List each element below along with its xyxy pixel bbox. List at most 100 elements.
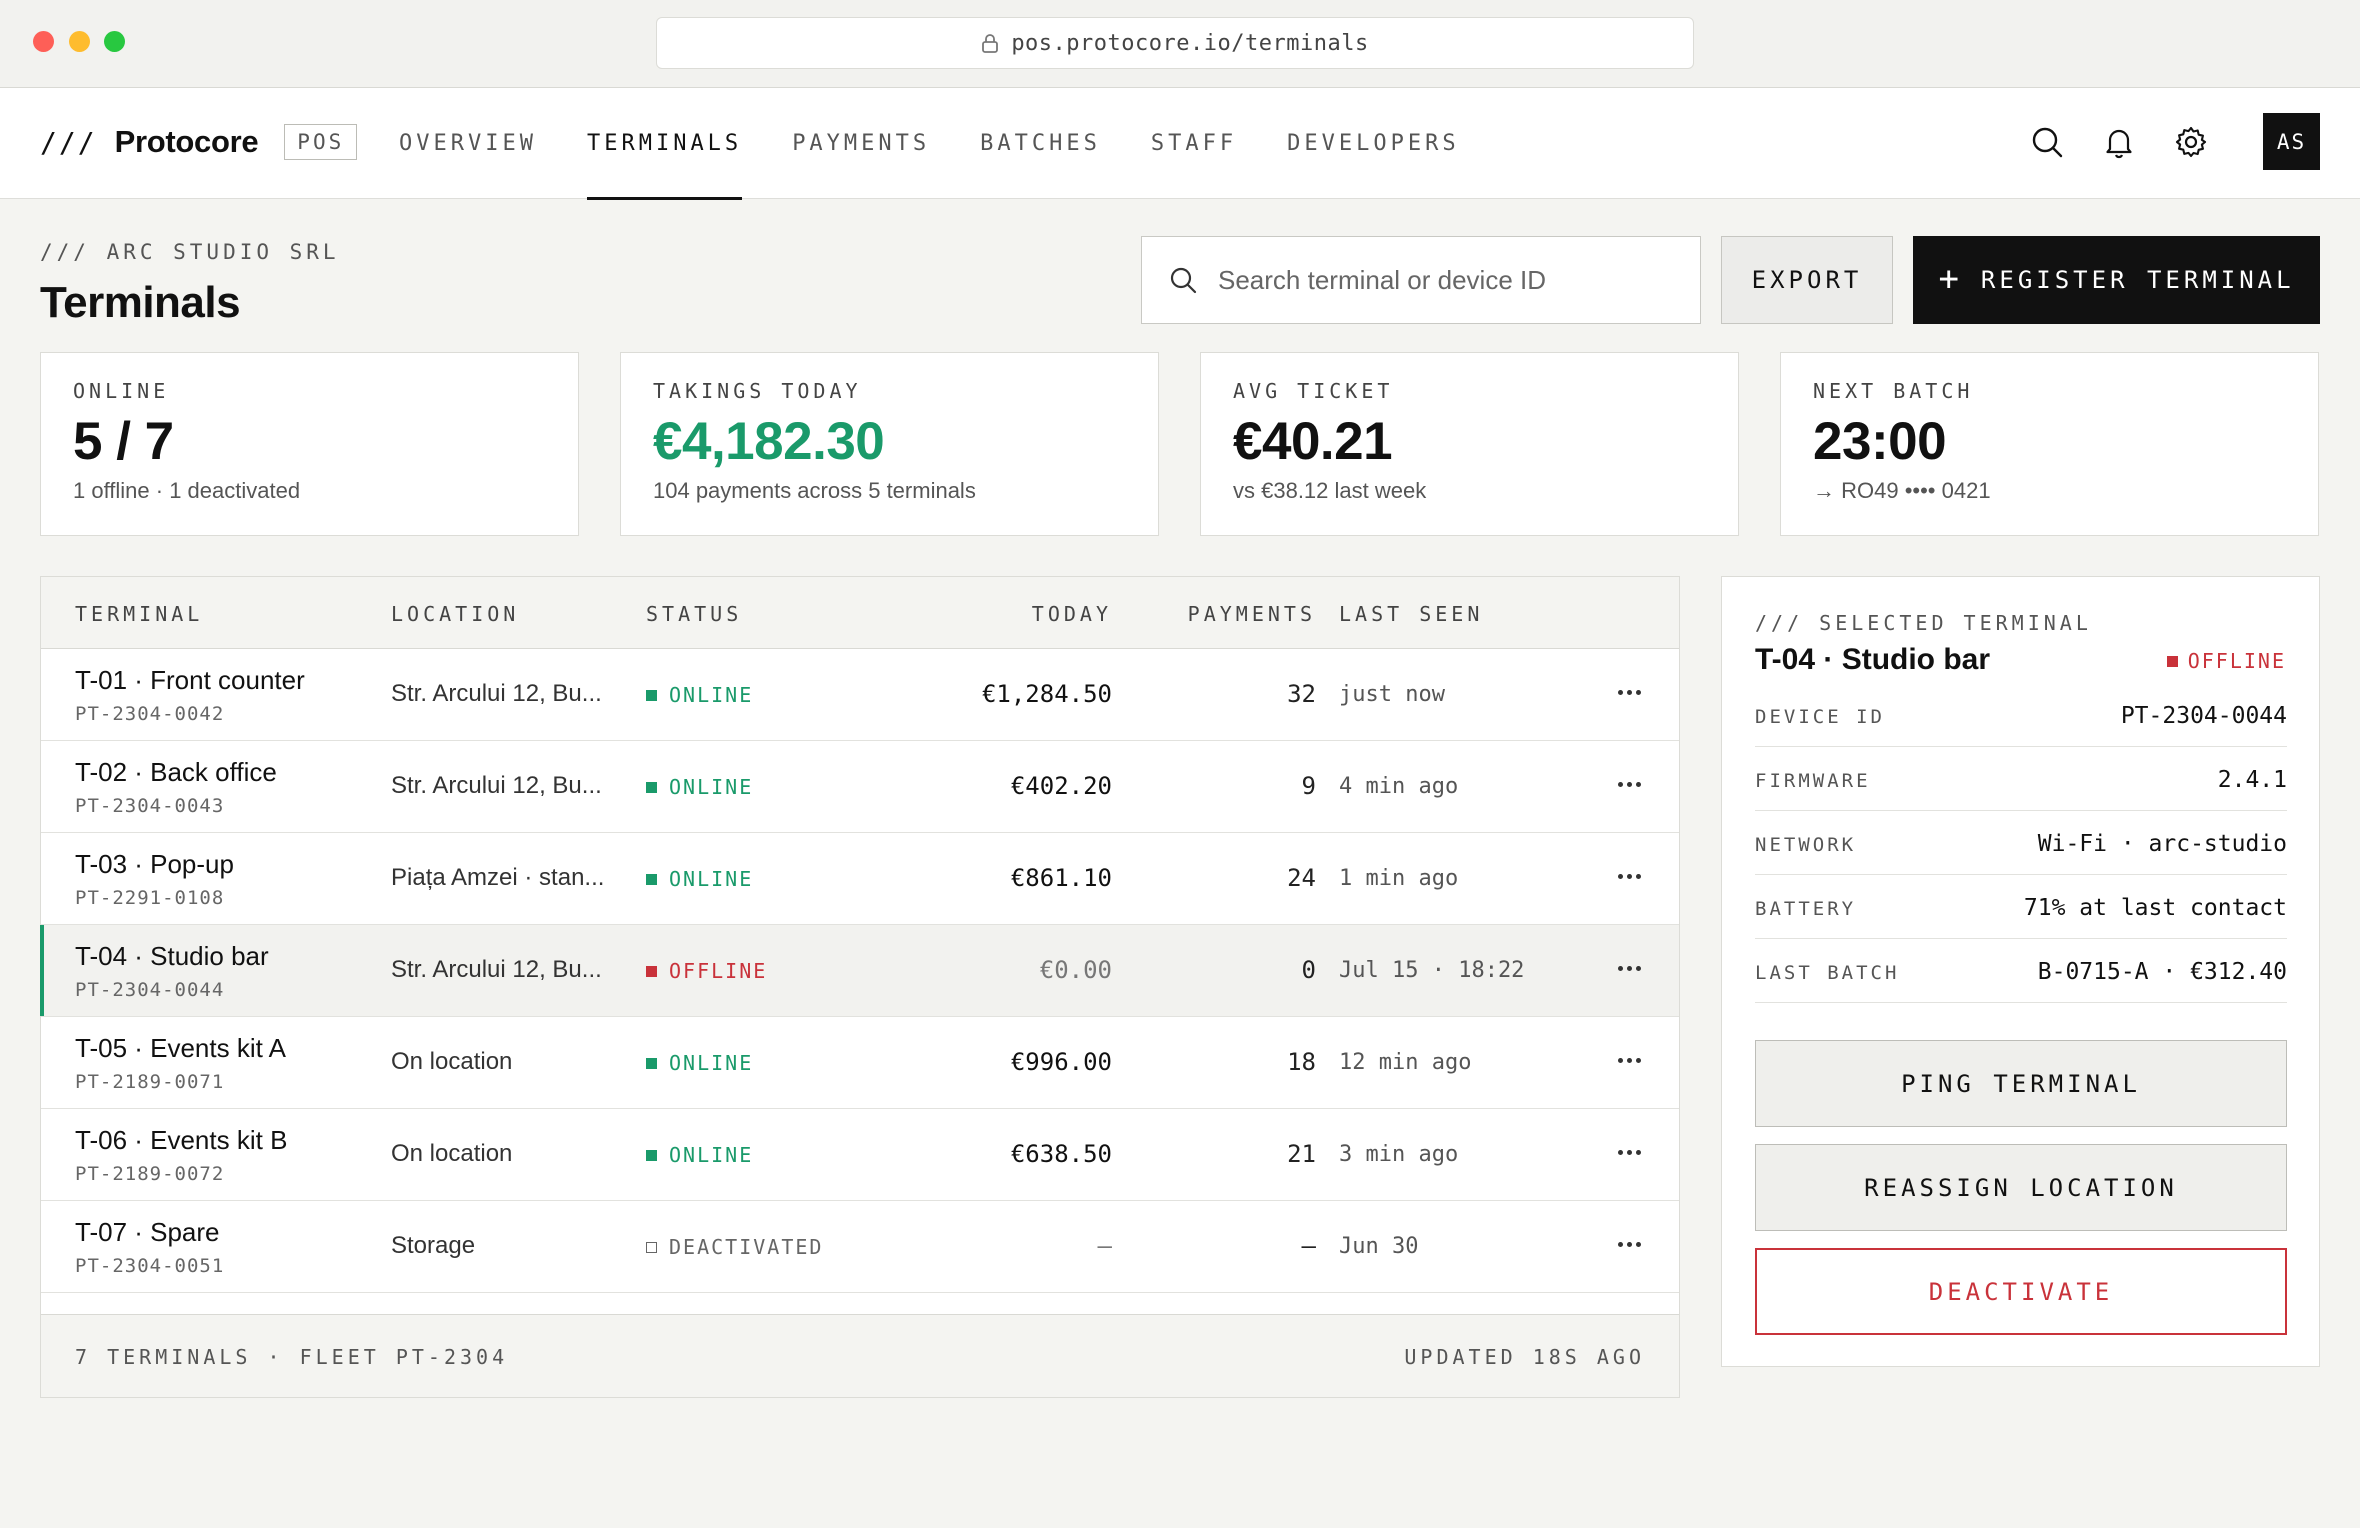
status-square-icon (646, 1241, 657, 1253)
bell-icon[interactable] (2101, 124, 2137, 160)
table-row[interactable]: T-06 · Events kit B PT-2189-0072 On locati… (41, 1109, 1679, 1201)
last-seen: 1 min ago (1339, 866, 1459, 891)
export-button[interactable]: EXPORT (1721, 236, 1893, 324)
table-row[interactable]: T-05 · Events kit A PT-2189-0071 On locati… (41, 1017, 1679, 1109)
detail-device-id: DEVICE ID PT-2304-0044 (1755, 683, 2287, 747)
terminal-name: T-01 · Front counter (75, 665, 305, 695)
status-badge: ONLINE (646, 1051, 753, 1075)
search-box[interactable] (1141, 236, 1701, 324)
detail-firmware: FIRMWARE 2.4.1 (1755, 747, 2287, 811)
more-icon[interactable] (1618, 953, 1646, 983)
nav-overview[interactable]: OVERVIEW (399, 88, 537, 199)
stat-card-online: ONLINE 5 / 7 1 offline · 1 deactivated (40, 352, 579, 536)
table-row[interactable]: T-01 · Front counter PT-2304-0042 Str. Arc… (41, 649, 1679, 741)
nav-links: OVERVIEW TERMINALS PAYMENTS BATCHES STAF… (399, 88, 1510, 200)
col-payments[interactable]: PAYMENTS (1188, 602, 1316, 626)
col-today[interactable]: TODAY (1032, 602, 1112, 626)
deactivate-button[interactable]: DEACTIVATE (1755, 1248, 2287, 1335)
panel-tag: /// SELECTED TERMINAL (1755, 611, 2092, 635)
more-icon[interactable] (1618, 677, 1646, 707)
terminal-name: T-04 · Studio bar (75, 941, 269, 971)
stat-label: NEXT BATCH (1813, 379, 1974, 403)
window-minimize-button[interactable] (69, 31, 90, 52)
search-icon (1170, 267, 1197, 294)
search-icon[interactable] (2029, 124, 2065, 160)
more-icon[interactable] (1618, 861, 1646, 891)
status-text: ONLINE (669, 1143, 754, 1167)
payments-count: 21 (1287, 1140, 1316, 1168)
table-row[interactable]: T-04 · Studio bar PT-2304-0044 Str. Arculu… (40, 925, 1679, 1017)
terminal-name: T-03 · Pop-up (75, 849, 234, 879)
panel-title: T-04 · Studio bar (1755, 643, 1991, 676)
col-last-seen[interactable]: LAST SEEN (1339, 602, 1483, 626)
nav-payments[interactable]: PAYMENTS (792, 88, 930, 199)
today-amount: €996.00 (1010, 1048, 1112, 1076)
status-square-icon (646, 689, 657, 701)
status-square-icon (646, 873, 657, 885)
terminals-table: TERMINAL LOCATION STATUS TODAY PAYMENTS … (40, 576, 1680, 1398)
stat-label: ONLINE (73, 379, 170, 403)
table-row[interactable]: T-02 · Back office PT-2304-0043 Str. Arcul… (41, 741, 1679, 833)
location: Str. Arcului 12, Bu... (391, 956, 602, 983)
nav-staff[interactable]: STAFF (1151, 88, 1237, 199)
stat-card-avg-ticket: AVG TICKET €40.21 vs €38.12 last week (1200, 352, 1739, 536)
nav-developers[interactable]: DEVELOPERS (1287, 88, 1459, 199)
detail-key: FIRMWARE (1755, 770, 1871, 792)
more-icon[interactable] (1618, 769, 1646, 799)
panel-status-badge: OFFLINE (2166, 649, 2286, 673)
payments-count: 18 (1287, 1048, 1316, 1076)
terminal-name: T-06 · Events kit B (75, 1125, 288, 1155)
register-terminal-button[interactable]: + REGISTER TERMINAL (1913, 236, 2320, 324)
more-icon[interactable] (1618, 1045, 1646, 1075)
more-icon[interactable] (1618, 1137, 1646, 1167)
terminal-name: T-07 · Spare (75, 1217, 220, 1247)
stat-card-takings: TAKINGS TODAY €4,182.30 104 payments acr… (620, 352, 1159, 536)
payments-count: 0 (1301, 956, 1316, 984)
window-zoom-button[interactable] (104, 31, 125, 52)
device-id: PT-2189-0072 (75, 1163, 225, 1185)
last-seen: 12 min ago (1339, 1050, 1472, 1075)
table-header: TERMINAL LOCATION STATUS TODAY PAYMENTS … (41, 577, 1679, 649)
location: On location (391, 1048, 513, 1075)
detail-key: BATTERY (1755, 898, 1857, 920)
status-square-icon (646, 1149, 657, 1161)
col-location[interactable]: LOCATION (391, 602, 519, 626)
avatar[interactable]: AS (2263, 113, 2320, 170)
status-badge: ONLINE (646, 867, 753, 891)
stat-card-next-batch: NEXT BATCH 23:00 → RO49 •••• 0421 (1780, 352, 2319, 536)
gear-icon[interactable] (2173, 124, 2209, 160)
stat-sub: vs €38.12 last week (1233, 478, 1427, 503)
status-square-icon (2166, 655, 2178, 667)
nav-actions: AS (2029, 113, 2320, 170)
page-title: Terminals (40, 278, 241, 327)
nav-terminals[interactable]: TERMINALS (586, 88, 743, 200)
detail-key: NETWORK (1755, 834, 1857, 856)
today-amount: €0.00 (1039, 956, 1112, 984)
ping-terminal-button[interactable]: PING TERMINAL (1755, 1040, 2287, 1127)
payments-count: 9 (1301, 772, 1316, 800)
org-breadcrumb: /// ARC STUDIO SRL (40, 240, 340, 264)
detail-value: 2.4.1 (2217, 767, 2287, 793)
location: Str. Arcului 12, Bu... (391, 680, 602, 707)
updated-time: UPDATED 18S AGO (1404, 1345, 1645, 1369)
table-row[interactable]: T-03 · Pop-up PT-2291-0108 Piața Amzei · s… (41, 833, 1679, 925)
status-square-icon (646, 965, 657, 977)
last-seen: 4 min ago (1339, 774, 1459, 799)
more-icon[interactable] (1618, 1229, 1646, 1259)
col-status[interactable]: STATUS (646, 602, 742, 626)
fleet-summary: 7 TERMINALS · FLEET PT-2304 (75, 1345, 509, 1369)
stat-value: 23:00 (1813, 412, 1947, 471)
reassign-location-button[interactable]: REASSIGN LOCATION (1755, 1144, 2287, 1231)
table-row[interactable]: T-07 · Spare PT-2304-0051 Storage DEACTIVAT… (41, 1201, 1679, 1293)
search-input[interactable] (1218, 264, 1698, 296)
brand[interactable]: /// Protocore POS (40, 124, 358, 160)
detail-value: 71% at last contact (2023, 895, 2287, 921)
detail-battery: BATTERY 71% at last contact (1755, 875, 2287, 939)
nav-batches[interactable]: BATCHES (980, 88, 1101, 199)
address-bar[interactable]: pos.protocore.io/terminals (656, 17, 1694, 69)
col-terminal[interactable]: TERMINAL (75, 602, 203, 626)
location: Storage (391, 1232, 476, 1259)
payments-count: 24 (1287, 864, 1316, 892)
status-badge: ONLINE (646, 683, 753, 707)
window-close-button[interactable] (33, 31, 54, 52)
